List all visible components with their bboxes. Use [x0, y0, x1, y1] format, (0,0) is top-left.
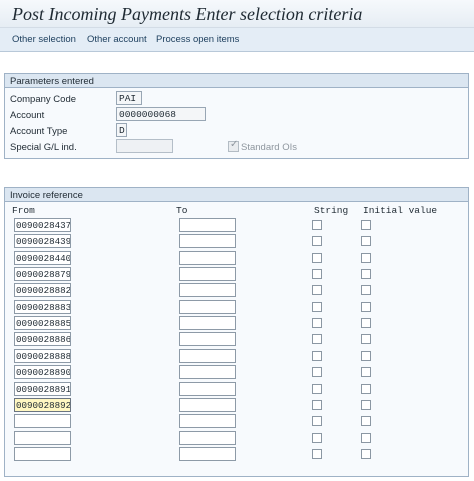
- initial-value-checkbox[interactable]: [361, 318, 371, 328]
- to-input[interactable]: [179, 431, 236, 445]
- initial-value-checkbox[interactable]: [361, 400, 371, 410]
- parameters-group: Parameters entered Company Code PAI Acco…: [4, 73, 469, 159]
- from-input[interactable]: 0090028892: [14, 398, 71, 412]
- string-checkbox[interactable]: [312, 416, 322, 426]
- string-column-header: String: [314, 205, 349, 216]
- from-input[interactable]: 0090028437: [14, 218, 71, 232]
- company-code-field[interactable]: PAI: [116, 91, 142, 105]
- string-checkbox[interactable]: [312, 367, 322, 377]
- from-input[interactable]: 0090028882: [14, 283, 71, 297]
- to-input[interactable]: [179, 349, 236, 363]
- to-input[interactable]: [179, 447, 236, 461]
- standard-ois-label: Standard OIs: [241, 142, 297, 153]
- string-checkbox[interactable]: [312, 302, 322, 312]
- string-checkbox[interactable]: [312, 269, 322, 279]
- from-input[interactable]: [14, 431, 71, 445]
- to-column-header: To: [176, 205, 188, 216]
- account-label: Account: [10, 110, 45, 121]
- from-input[interactable]: 0090028886: [14, 332, 71, 346]
- to-input[interactable]: [179, 316, 236, 330]
- from-input[interactable]: [14, 447, 71, 461]
- account-type-label: Account Type: [10, 126, 68, 137]
- string-checkbox[interactable]: [312, 285, 322, 295]
- string-checkbox[interactable]: [312, 384, 322, 394]
- special-gl-label: Special G/L ind.: [10, 142, 77, 153]
- account-type-field[interactable]: D: [116, 123, 127, 137]
- string-checkbox[interactable]: [312, 220, 322, 230]
- string-checkbox[interactable]: [312, 400, 322, 410]
- initial-value-checkbox[interactable]: [361, 302, 371, 312]
- standard-ois-checkbox[interactable]: [228, 139, 239, 152]
- initial-value-checkbox[interactable]: [361, 269, 371, 279]
- invoice-reference-group-title: Invoice reference: [5, 188, 468, 202]
- to-input[interactable]: [179, 251, 236, 265]
- from-input[interactable]: 0090028879: [14, 267, 71, 281]
- from-input[interactable]: [14, 414, 71, 428]
- from-input[interactable]: 0090028891: [14, 382, 71, 396]
- to-input[interactable]: [179, 414, 236, 428]
- from-input[interactable]: 0090028885: [14, 316, 71, 330]
- initial-value-checkbox[interactable]: [361, 351, 371, 361]
- to-input[interactable]: [179, 365, 236, 379]
- page-title: Post Incoming Payments Enter selection c…: [12, 4, 363, 24]
- account-field[interactable]: 0000000068: [116, 107, 206, 121]
- initial-value-checkbox[interactable]: [361, 416, 371, 426]
- other-selection-button[interactable]: Other selection: [12, 34, 76, 45]
- from-input[interactable]: 0090028439: [14, 234, 71, 248]
- special-gl-field[interactable]: [116, 139, 173, 153]
- string-checkbox[interactable]: [312, 334, 322, 344]
- initial-value-column-header: Initial value: [363, 205, 438, 216]
- to-input[interactable]: [179, 382, 236, 396]
- from-input[interactable]: 0090028883: [14, 300, 71, 314]
- from-input[interactable]: 0090028888: [14, 349, 71, 363]
- initial-value-checkbox[interactable]: [361, 285, 371, 295]
- string-checkbox[interactable]: [312, 433, 322, 443]
- company-code-label: Company Code: [10, 94, 77, 105]
- from-input[interactable]: 0090028890: [14, 365, 71, 379]
- to-input[interactable]: [179, 283, 236, 297]
- string-checkbox[interactable]: [312, 449, 322, 459]
- initial-value-checkbox[interactable]: [361, 367, 371, 377]
- to-input[interactable]: [179, 332, 236, 346]
- initial-value-checkbox[interactable]: [361, 253, 371, 263]
- initial-value-checkbox[interactable]: [361, 449, 371, 459]
- string-checkbox[interactable]: [312, 253, 322, 263]
- to-input[interactable]: [179, 218, 236, 232]
- initial-value-checkbox[interactable]: [361, 220, 371, 230]
- initial-value-checkbox[interactable]: [361, 334, 371, 344]
- initial-value-checkbox[interactable]: [361, 433, 371, 443]
- initial-value-checkbox[interactable]: [361, 384, 371, 394]
- from-column-header: From: [12, 205, 35, 216]
- application-toolbar: Other selection Other account Process op…: [0, 28, 474, 52]
- to-input[interactable]: [179, 234, 236, 248]
- string-checkbox[interactable]: [312, 318, 322, 328]
- from-input[interactable]: 0090028440: [14, 251, 71, 265]
- to-input[interactable]: [179, 398, 236, 412]
- process-open-items-button[interactable]: Process open items: [156, 34, 239, 45]
- string-checkbox[interactable]: [312, 351, 322, 361]
- parameters-group-title: Parameters entered: [5, 74, 468, 88]
- string-checkbox[interactable]: [312, 236, 322, 246]
- invoice-reference-group: Invoice reference From To String Initial…: [4, 187, 469, 477]
- title-bar: Post Incoming Payments Enter selection c…: [0, 0, 474, 28]
- other-account-button[interactable]: Other account: [87, 34, 147, 45]
- initial-value-checkbox[interactable]: [361, 236, 371, 246]
- to-input[interactable]: [179, 300, 236, 314]
- to-input[interactable]: [179, 267, 236, 281]
